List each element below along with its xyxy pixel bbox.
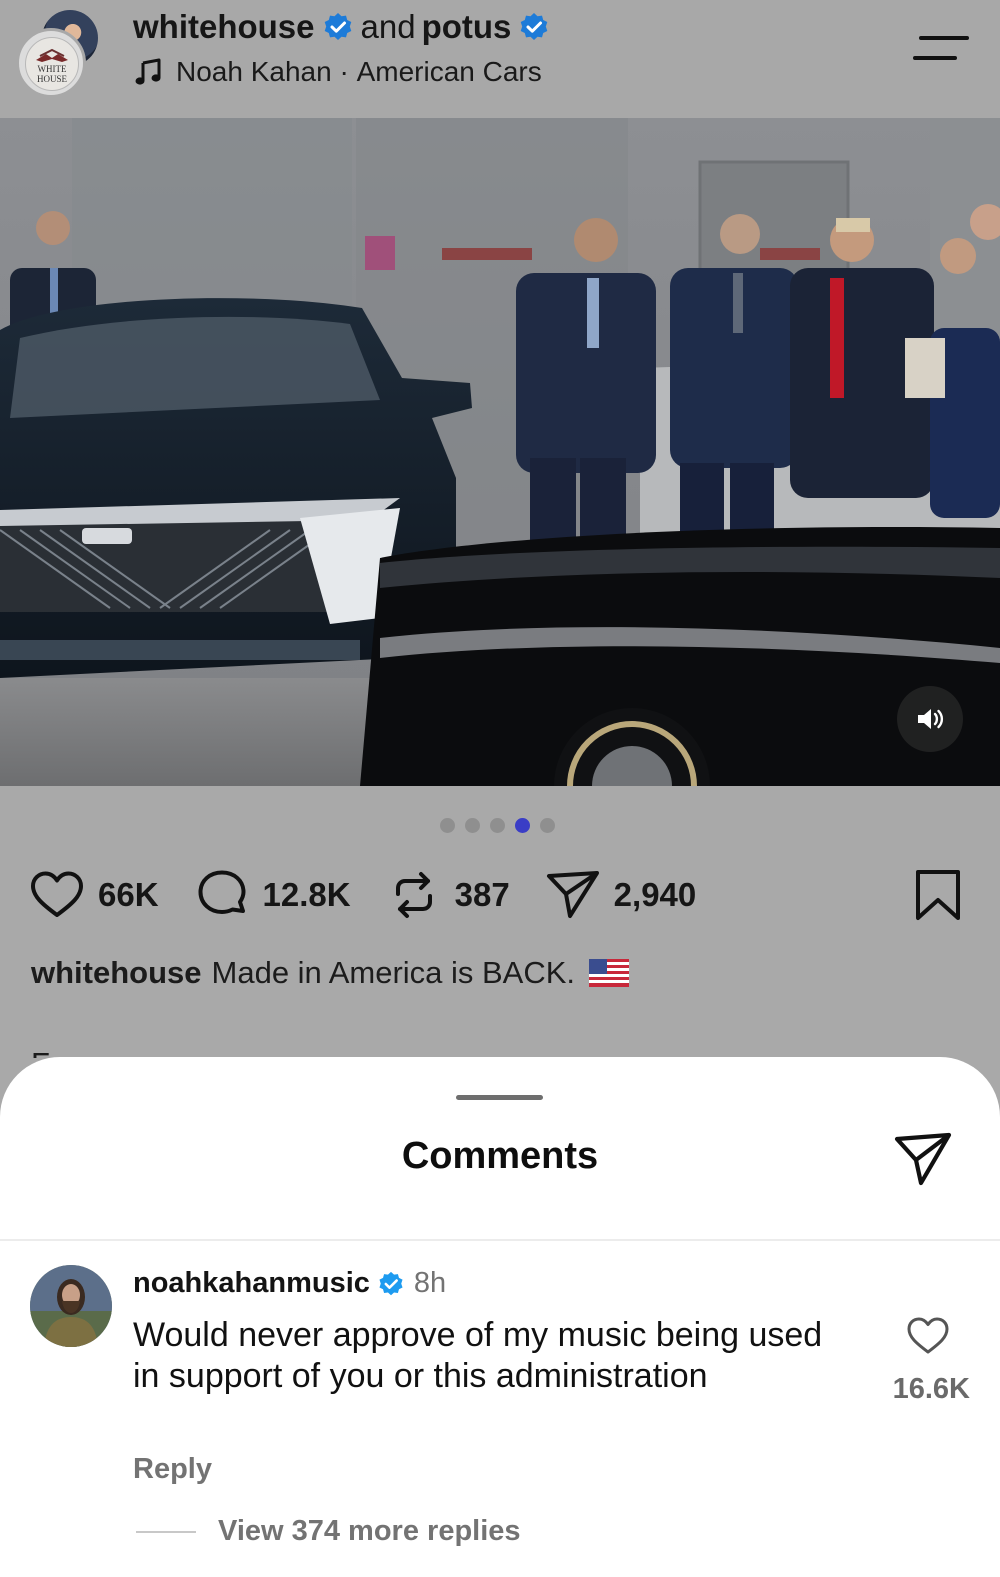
audio-track[interactable]: Noah Kahan · American Cars: [134, 56, 542, 88]
sheet-drag-handle[interactable]: [456, 1095, 543, 1100]
carousel-dot: [490, 818, 505, 833]
like-button[interactable]: 66K: [28, 866, 159, 924]
repost-count: 387: [454, 876, 510, 913]
post-photo[interactable]: [0, 118, 1000, 786]
view-replies-label: View 374 more replies: [218, 1515, 521, 1547]
share-count: 2,940: [613, 876, 697, 913]
comment-bubble-icon: [198, 870, 246, 914]
carousel-indicator: [440, 818, 555, 833]
verified-badge-icon: [379, 1271, 403, 1295]
carousel-dot: [465, 818, 480, 833]
view-replies-button[interactable]: View 374 more replies: [136, 1515, 521, 1548]
post-actions: 66K 12.8K 387 2,940: [28, 864, 730, 926]
music-note-icon: [135, 58, 161, 85]
repost-button[interactable]: 387: [385, 866, 510, 924]
menu-icon[interactable]: [913, 34, 971, 66]
comment-text: Would never approve of my music being us…: [133, 1316, 823, 1395]
like-count: 66K: [98, 876, 159, 913]
audio-artist: Noah Kahan: [176, 56, 332, 87]
commenter-avatar[interactable]: [30, 1265, 112, 1347]
carousel-dot: [540, 818, 555, 833]
svg-text:WHITE: WHITE: [38, 64, 67, 74]
post-header: WHITE HOUSE whitehouse and potus Noah Ka…: [0, 0, 1000, 118]
comment-count: 12.8K: [262, 876, 351, 913]
paper-plane-icon[interactable]: [893, 1131, 953, 1187]
comment-timestamp: 8h: [413, 1267, 447, 1299]
heart-icon[interactable]: [905, 1313, 951, 1357]
audio-title: American Cars: [356, 56, 542, 87]
carousel-dot: [440, 818, 455, 833]
comments-sheet: Comments noahkahanmusic 8h Would never a…: [0, 1057, 1000, 1577]
us-flag-icon: [589, 959, 630, 987]
share-button[interactable]: 2,940: [544, 866, 697, 924]
replies-divider-line: [136, 1530, 196, 1533]
paper-plane-icon: [546, 871, 599, 918]
author-whitehouse[interactable]: whitehouse: [133, 8, 315, 46]
heart-icon: [31, 871, 83, 917]
post-caption: whitehouse Made in America is BACK.: [31, 955, 630, 991]
verified-badge-icon: [324, 13, 351, 40]
whitehouse-avatar[interactable]: WHITE HOUSE: [16, 28, 86, 98]
author-potus[interactable]: potus: [422, 8, 512, 46]
svg-text:HOUSE: HOUSE: [37, 74, 68, 84]
authors-joiner: and: [360, 8, 416, 45]
verified-badge-icon: [521, 13, 548, 40]
showroom-photo: [0, 118, 1000, 786]
comment-username[interactable]: noahkahanmusic: [133, 1267, 370, 1300]
reply-button[interactable]: Reply: [133, 1453, 212, 1486]
comment-button[interactable]: 12.8K: [193, 866, 351, 924]
repost-arrows-icon: [395, 872, 432, 918]
white-house-seal-icon: WHITE HOUSE: [25, 37, 79, 91]
bookmark-icon[interactable]: [910, 866, 966, 924]
caption-text: Made in America is BACK.: [211, 955, 576, 990]
sheet-title: Comments: [401, 1135, 599, 1177]
comment-header: noahkahanmusic 8h: [133, 1267, 446, 1300]
sound-toggle-button[interactable]: [897, 686, 963, 752]
audio-separator: ·: [331, 56, 357, 87]
post-authors: whitehouse and potus: [133, 8, 549, 46]
carousel-dot: [515, 818, 530, 833]
caption-overflow-line: F . . . . . . . . . . . . . . . . .: [31, 1040, 971, 1058]
speaker-on-icon: [918, 709, 944, 729]
comment-like-count: 16.6K: [892, 1373, 970, 1405]
caption-username[interactable]: whitehouse: [31, 955, 202, 991]
sheet-divider: [0, 1239, 1000, 1241]
